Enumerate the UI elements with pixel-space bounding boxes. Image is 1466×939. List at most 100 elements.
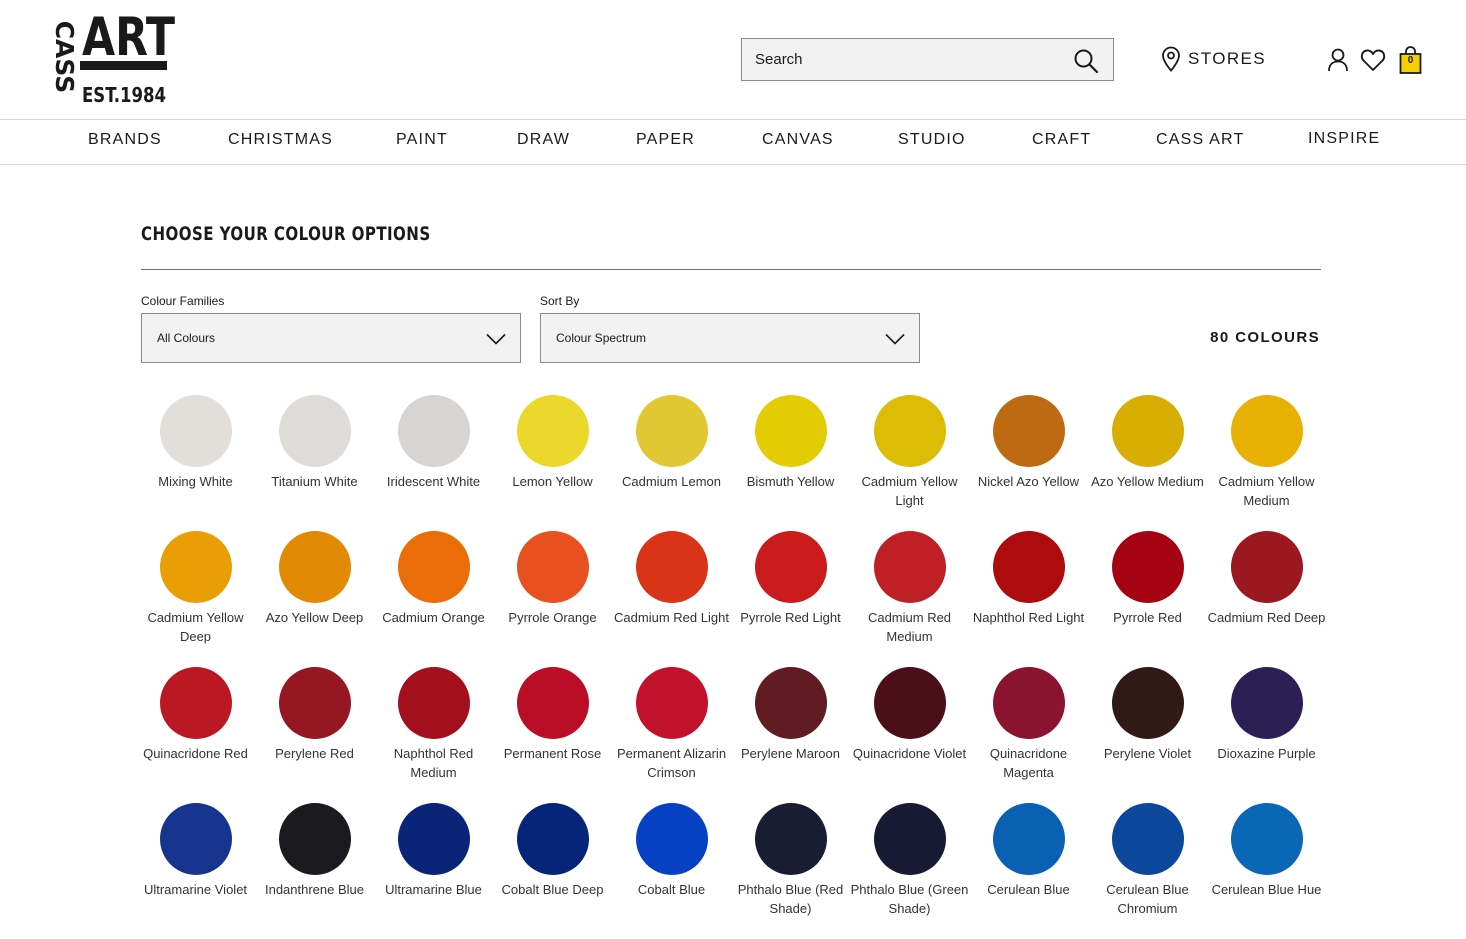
colour-families-select[interactable]: All Colours <box>141 313 521 363</box>
colour-swatch[interactable]: Quinacridone Magenta <box>969 667 1088 803</box>
nav-christmas[interactable]: CHRISTMAS <box>228 131 333 149</box>
colour-swatch[interactable]: Azo Yellow Medium <box>1088 395 1207 531</box>
swatch-circle[interactable] <box>754 667 827 739</box>
colour-swatch[interactable]: Titanium White <box>255 395 374 531</box>
colour-swatch[interactable]: Cadmium Orange <box>374 531 493 667</box>
swatch-circle[interactable] <box>1111 395 1184 467</box>
colour-swatch[interactable]: Phthalo Blue (Red Shade) <box>731 803 850 939</box>
swatch-circle[interactable] <box>992 395 1065 467</box>
colour-swatch[interactable]: Perylene Maroon <box>731 667 850 803</box>
cass-art-logo[interactable]: CASS ART EST.1984 <box>40 9 178 105</box>
nav-brands[interactable]: BRANDS <box>88 131 162 149</box>
colour-swatch[interactable]: Cobalt Blue <box>612 803 731 939</box>
swatch-circle[interactable] <box>873 803 946 875</box>
sort-by-select[interactable]: Colour Spectrum <box>540 313 920 363</box>
colour-swatch[interactable]: Pyrrole Red <box>1088 531 1207 667</box>
colour-swatch[interactable]: Cobalt Blue Deep <box>493 803 612 939</box>
swatch-circle[interactable] <box>635 803 708 875</box>
swatch-circle[interactable] <box>278 395 351 467</box>
colour-swatch[interactable]: Permanent Rose <box>493 667 612 803</box>
colour-swatch[interactable]: Cerulean Blue <box>969 803 1088 939</box>
colour-swatch[interactable]: Azo Yellow Deep <box>255 531 374 667</box>
swatch-circle[interactable] <box>159 531 232 603</box>
swatch-circle[interactable] <box>1230 531 1303 603</box>
swatch-circle[interactable] <box>873 667 946 739</box>
colour-swatch[interactable]: Cadmium Yellow Medium <box>1207 395 1326 531</box>
colour-swatch[interactable]: Lemon Yellow <box>493 395 612 531</box>
swatch-circle[interactable] <box>516 803 589 875</box>
colour-swatch[interactable]: Iridescent White <box>374 395 493 531</box>
colour-swatch[interactable]: Ultramarine Violet <box>136 803 255 939</box>
swatch-circle[interactable] <box>873 395 946 467</box>
swatch-circle[interactable] <box>635 395 708 467</box>
colour-swatch[interactable]: Quinacridone Red <box>136 667 255 803</box>
colour-swatch[interactable]: Quinacridone Violet <box>850 667 969 803</box>
swatch-circle[interactable] <box>278 531 351 603</box>
swatch-circle[interactable] <box>1230 803 1303 875</box>
swatch-circle[interactable] <box>1111 667 1184 739</box>
colour-swatch[interactable]: Mixing White <box>136 395 255 531</box>
search-icon[interactable] <box>1073 48 1099 74</box>
colour-swatch[interactable]: Pyrrole Orange <box>493 531 612 667</box>
nav-craft[interactable]: CRAFT <box>1032 131 1091 149</box>
colour-swatch[interactable]: Cerulean Blue Hue <box>1207 803 1326 939</box>
swatch-circle[interactable] <box>278 803 351 875</box>
colour-swatch[interactable]: Cadmium Red Light <box>612 531 731 667</box>
nav-draw[interactable]: DRAW <box>517 131 570 149</box>
swatch-circle[interactable] <box>397 803 470 875</box>
colour-swatch[interactable]: Indanthrene Blue <box>255 803 374 939</box>
colour-swatch[interactable]: Cadmium Yellow Deep <box>136 531 255 667</box>
colour-swatch[interactable]: Cadmium Lemon <box>612 395 731 531</box>
colour-swatch[interactable]: Cadmium Yellow Light <box>850 395 969 531</box>
swatch-circle[interactable] <box>516 531 589 603</box>
swatch-name: Lemon Yellow <box>512 474 593 489</box>
swatch-circle[interactable] <box>516 667 589 739</box>
swatch-circle[interactable] <box>159 395 232 467</box>
swatch-circle[interactable] <box>397 395 470 467</box>
colour-swatch[interactable]: Perylene Violet <box>1088 667 1207 803</box>
colour-swatch[interactable]: Dioxazine Purple <box>1207 667 1326 803</box>
swatch-circle[interactable] <box>635 667 708 739</box>
colour-swatch[interactable]: Cadmium Red Deep <box>1207 531 1326 667</box>
swatch-circle[interactable] <box>397 667 470 739</box>
colour-swatch[interactable]: Permanent Alizarin Crimson <box>612 667 731 803</box>
stores-link[interactable]: STORES <box>1160 46 1266 72</box>
colour-swatch[interactable]: Perylene Red <box>255 667 374 803</box>
colour-swatch[interactable]: Bismuth Yellow <box>731 395 850 531</box>
heart-icon[interactable] <box>1360 48 1386 72</box>
swatch-circle[interactable] <box>1111 803 1184 875</box>
swatch-circle[interactable] <box>992 803 1065 875</box>
swatch-circle[interactable] <box>635 531 708 603</box>
swatch-circle[interactable] <box>278 667 351 739</box>
swatch-circle[interactable] <box>1111 531 1184 603</box>
swatch-circle[interactable] <box>754 395 827 467</box>
swatch-circle[interactable] <box>754 531 827 603</box>
nav-studio[interactable]: STUDIO <box>898 131 966 149</box>
nav-paper[interactable]: PAPER <box>636 131 695 149</box>
swatch-circle[interactable] <box>992 531 1065 603</box>
colour-swatch[interactable]: Pyrrole Red Light <box>731 531 850 667</box>
colour-swatch[interactable]: Cadmium Red Medium <box>850 531 969 667</box>
shopping-bag-button[interactable]: 0 <box>1399 46 1422 74</box>
swatch-circle[interactable] <box>992 667 1065 739</box>
nav-inspire[interactable]: INSPIRE <box>1308 130 1380 148</box>
swatch-circle[interactable] <box>397 531 470 603</box>
swatch-circle[interactable] <box>159 803 232 875</box>
swatch-circle[interactable] <box>159 667 232 739</box>
swatch-circle[interactable] <box>1230 667 1303 739</box>
nav-canvas[interactable]: CANVAS <box>762 131 834 149</box>
colour-swatch[interactable]: Cerulean Blue Chromium <box>1088 803 1207 939</box>
swatch-circle[interactable] <box>1230 395 1303 467</box>
account-icon[interactable] <box>1327 48 1349 72</box>
nav-cass-art[interactable]: CASS ART <box>1156 131 1244 149</box>
swatch-circle[interactable] <box>873 531 946 603</box>
colour-swatch[interactable]: Phthalo Blue (Green Shade) <box>850 803 969 939</box>
colour-swatch[interactable]: Naphthol Red Light <box>969 531 1088 667</box>
swatch-circle[interactable] <box>754 803 827 875</box>
colour-swatch[interactable]: Ultramarine Blue <box>374 803 493 939</box>
swatch-circle[interactable] <box>516 395 589 467</box>
nav-paint[interactable]: PAINT <box>396 131 448 149</box>
colour-swatch[interactable]: Naphthol Red Medium <box>374 667 493 803</box>
colour-swatch[interactable]: Nickel Azo Yellow <box>969 395 1088 531</box>
search-input[interactable] <box>742 39 1055 80</box>
